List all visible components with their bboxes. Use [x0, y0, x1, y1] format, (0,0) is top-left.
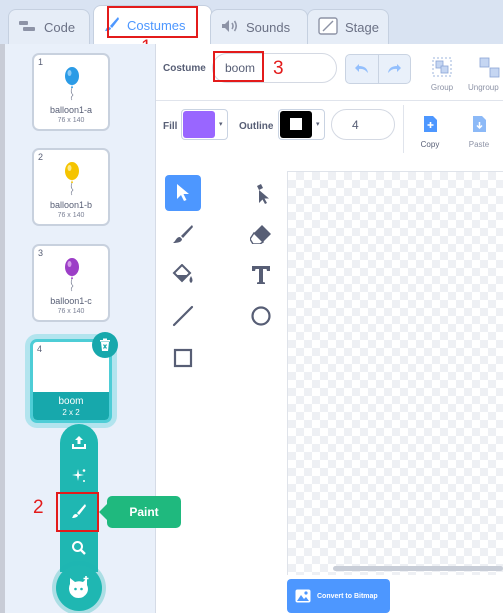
selected-costume-label: boom 2 x 2 [33, 392, 109, 420]
paint-bucket-icon [172, 264, 193, 283]
costume-size: 2 x 2 [62, 408, 80, 417]
image-icon [295, 589, 311, 603]
annotation-3: 3 [273, 58, 284, 79]
annotation-2: 2 [33, 497, 44, 518]
costume-card-2[interactable]: 2 balloon1-b 76 x 140 [32, 148, 110, 226]
outline-width-input[interactable]: 4 [331, 109, 395, 140]
copy-icon [424, 116, 437, 132]
redo-button[interactable] [377, 55, 411, 83]
convert-to-bitmap-label: Convert to Bitmap [317, 592, 378, 600]
outline-label: Outline [239, 121, 274, 132]
toolbar-divider-v [403, 105, 404, 153]
group-label: Group [430, 83, 454, 92]
outline-color-picker[interactable]: ▾ [278, 109, 325, 140]
undo-button[interactable] [346, 55, 378, 83]
brush-icon [173, 225, 193, 243]
fill-label: Fill [163, 121, 178, 132]
circle-tool[interactable] [243, 298, 279, 334]
paste-icon [473, 116, 486, 132]
costume-number: 2 [38, 152, 44, 162]
ungroup-button[interactable]: Ungroup [468, 56, 503, 94]
paint-tooltip: Paint [99, 496, 181, 528]
search-icon [72, 541, 86, 555]
highlight-box-costume-name [213, 51, 264, 82]
tab-code-label: Code [44, 19, 76, 35]
paste-label: Paste [468, 140, 490, 149]
undo-redo-group [345, 54, 411, 84]
balloon-purple-icon [65, 258, 79, 292]
balloon-yellow-icon [65, 162, 79, 196]
sparkle-icon [72, 469, 86, 482]
reshape-cursor-icon [257, 184, 269, 204]
costume-size: 76 x 140 [57, 308, 85, 315]
paint-canvas[interactable] [287, 171, 503, 575]
arrow-cursor-icon [177, 184, 189, 201]
tab-stage[interactable]: Stage [307, 9, 389, 44]
circle-icon [251, 306, 271, 326]
group-button[interactable]: Group [424, 56, 460, 94]
fill-tool[interactable] [165, 257, 201, 293]
fill-color-picker[interactable]: ▾ [181, 109, 228, 140]
eraser-icon [250, 225, 271, 244]
eraser-tool[interactable] [243, 216, 279, 252]
chevron-down-icon: ▾ [219, 121, 223, 128]
costume-name-label: Costume [163, 63, 206, 74]
text-icon [252, 266, 270, 284]
costume-name: balloon1-c [50, 296, 92, 306]
costume-number: 4 [37, 344, 43, 354]
brush-tool[interactable] [165, 216, 201, 252]
reshape-tool[interactable] [243, 175, 279, 211]
chevron-down-icon: ▾ [316, 121, 320, 128]
convert-to-bitmap-button[interactable]: Convert to Bitmap [287, 579, 390, 613]
rectangle-icon [173, 348, 193, 368]
costume-name: boom [58, 396, 84, 407]
rectangle-tool[interactable] [165, 340, 201, 376]
outline-width-value: 4 [352, 117, 359, 132]
copy-button[interactable]: Copy [413, 113, 447, 151]
highlight-box-costumes [107, 6, 198, 38]
upload-costume-button[interactable] [60, 424, 98, 460]
speaker-icon [221, 19, 239, 36]
ungroup-label: Ungroup [468, 83, 499, 92]
paste-button[interactable]: Paste [460, 113, 498, 151]
tab-stage-label: Stage [345, 19, 379, 35]
costume-size: 76 x 140 [57, 117, 85, 124]
code-blocks-icon [19, 20, 37, 35]
costume-name: balloon1-b [49, 200, 93, 210]
search-costume-button[interactable] [60, 530, 98, 566]
redo-icon [388, 64, 402, 73]
highlight-box-paint [56, 492, 99, 532]
balloon-blue-icon [65, 67, 79, 101]
costume-card-3[interactable]: 3 balloon1-c 76 x 140 [32, 244, 110, 322]
costume-number: 1 [38, 57, 44, 67]
costume-name: balloon1-a [49, 105, 93, 115]
outline-swatch [280, 111, 312, 138]
line-tool[interactable] [165, 298, 201, 334]
cat-plus-icon [69, 576, 89, 598]
text-tool[interactable] [243, 257, 279, 293]
tab-sounds[interactable]: Sounds [210, 9, 308, 44]
group-icon [432, 57, 452, 77]
trash-icon [100, 338, 110, 351]
undo-icon [354, 64, 368, 73]
upload-icon [72, 436, 86, 449]
tab-code[interactable]: Code [8, 9, 90, 44]
select-tool[interactable] [165, 175, 201, 211]
ungroup-icon [479, 57, 500, 78]
costume-size: 76 x 140 [57, 212, 85, 219]
delete-costume-button[interactable] [92, 332, 118, 358]
costume-card-1[interactable]: 1 balloon1-a 76 x 140 [32, 53, 110, 131]
left-edge-strip [0, 44, 5, 613]
canvas-scrollbar[interactable] [333, 566, 503, 571]
choose-costume-button[interactable] [56, 565, 102, 611]
surprise-costume-button[interactable] [60, 458, 98, 494]
copy-label: Copy [420, 140, 440, 149]
costume-number: 3 [38, 248, 44, 258]
stage-icon [318, 16, 338, 38]
line-icon [172, 305, 194, 327]
fill-swatch [183, 111, 215, 138]
tab-sounds-label: Sounds [246, 19, 291, 35]
toolbar-divider [156, 100, 503, 101]
tab-bar: Code Costumes Sounds Stage [0, 0, 503, 44]
